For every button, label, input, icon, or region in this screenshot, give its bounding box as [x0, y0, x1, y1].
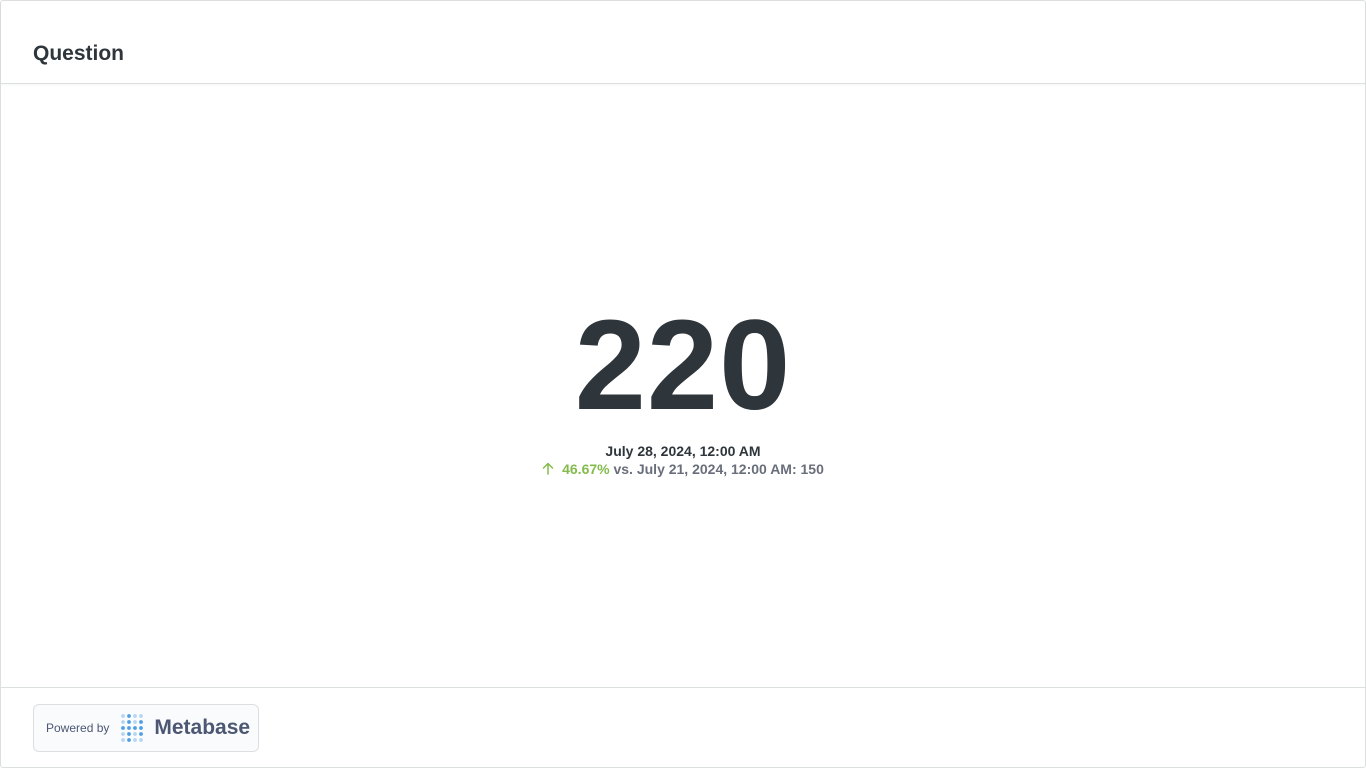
brand-name: Metabase	[154, 716, 251, 739]
powered-by-label: Powered by	[46, 721, 110, 735]
powered-by-metabase-link[interactable]: Powered by Metabase	[33, 704, 259, 752]
question-title: Question	[33, 42, 125, 65]
footer: Powered by Metabase	[1, 687, 1365, 768]
metabase-logo-icon	[121, 714, 144, 742]
scalar-date: July 28, 2024, 12:00 AM	[605, 443, 761, 459]
arrow-up-icon	[542, 462, 554, 478]
change-percent: 46.67%	[562, 461, 610, 477]
embed-frame: Question 220 July 28, 2024, 12:00 AM 46.…	[0, 0, 1366, 768]
question-header: Question	[1, 1, 1365, 84]
comparison-text: vs. July 21, 2024, 12:00 AM: 150	[609, 461, 824, 477]
comparison-row: 46.67% vs. July 21, 2024, 12:00 AM: 150	[1, 461, 1365, 478]
scalar-value: 220	[574, 294, 792, 437]
scalar-visualization: 220 July 28, 2024, 12:00 AM 46.67% vs. J…	[1, 84, 1365, 687]
